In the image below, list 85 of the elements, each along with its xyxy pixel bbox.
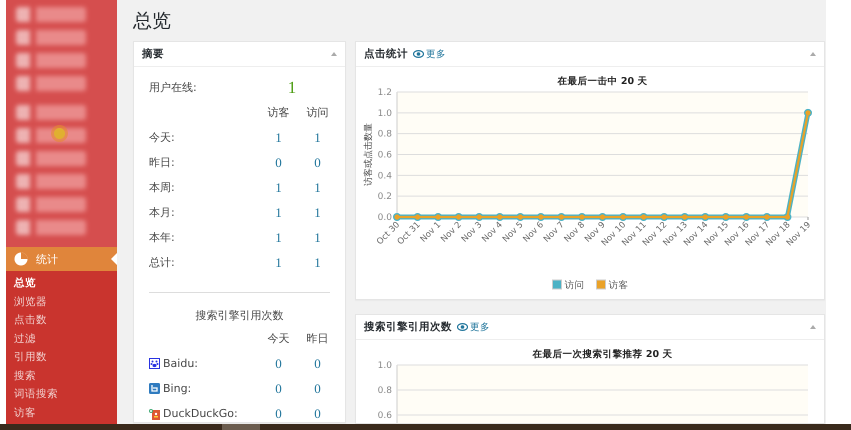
- count-link[interactable]: 0: [298, 150, 337, 175]
- legend-label: 访客: [608, 280, 628, 291]
- bing-logo-icon: [149, 383, 160, 394]
- blurred-menu-item[interactable]: [16, 76, 86, 91]
- y-tick-label: 0.2: [378, 192, 392, 202]
- count-link[interactable]: 0: [259, 401, 298, 422]
- submenu-item[interactable]: 过滤: [14, 330, 36, 348]
- chart-title: 在最后一次搜索引擎推荐 20 天: [532, 349, 672, 360]
- column-header: 今天: [266, 331, 290, 347]
- blurred-menu-item[interactable]: [16, 220, 86, 235]
- blurred-menu-item[interactable]: [16, 7, 86, 22]
- submenu-item[interactable]: 点击数: [14, 311, 47, 330]
- engine-name: DuckDuckGo:: [163, 406, 238, 422]
- y-tick-label: 1.0: [378, 361, 392, 371]
- count-link[interactable]: 1: [298, 200, 337, 225]
- count-link[interactable]: 0: [259, 376, 298, 401]
- blurred-menu-item[interactable]: [16, 30, 86, 45]
- submenu-item[interactable]: 搜索: [14, 366, 36, 385]
- submenu-item[interactable]: 访客: [14, 404, 36, 422]
- y-axis: [396, 364, 398, 423]
- online-count: 1: [286, 77, 298, 99]
- collapse-icon[interactable]: [810, 325, 816, 329]
- count-link[interactable]: 1: [259, 250, 298, 275]
- row-label: 今天:: [149, 130, 176, 146]
- panel-title: 点击统计: [364, 47, 408, 61]
- row-label: 本月:: [149, 205, 176, 221]
- blurred-menu-item[interactable]: [16, 197, 86, 212]
- count-link[interactable]: 0: [259, 150, 298, 175]
- panel-title: 摘要: [142, 47, 164, 61]
- collapse-icon[interactable]: [810, 52, 816, 56]
- blurred-menu-item[interactable]: [16, 105, 86, 120]
- submenu-item[interactable]: 总览: [14, 274, 36, 292]
- row-label: 用户在线:: [149, 80, 198, 96]
- paw-icon: [149, 358, 160, 369]
- submenu-item[interactable]: 浏览器: [14, 292, 47, 311]
- legend-label: 访问: [564, 280, 584, 291]
- pie-chart-icon: [14, 252, 28, 266]
- engine-name: Bing:: [163, 381, 192, 397]
- count-link[interactable]: 0: [298, 351, 337, 376]
- blurred-menu-item[interactable]: [16, 151, 86, 166]
- count-link[interactable]: 1: [298, 125, 337, 150]
- y-tick-label: 0.6: [378, 411, 392, 421]
- count-link[interactable]: 1: [259, 125, 298, 150]
- row-label: 本周:: [149, 180, 176, 196]
- y-tick-label: 0.8: [378, 386, 392, 396]
- row-label: 总计:: [149, 255, 176, 271]
- chart-title: 在最后一击中 20 天: [558, 76, 648, 87]
- notification-dot: [54, 128, 65, 139]
- count-link[interactable]: 1: [298, 175, 337, 200]
- count-link[interactable]: 1: [298, 250, 337, 275]
- y-tick-label: 0.0: [378, 213, 392, 223]
- count-link[interactable]: 0: [259, 351, 298, 376]
- collapse-icon[interactable]: [331, 52, 337, 56]
- row-label: 昨日:: [149, 155, 176, 171]
- blurred-menu-item[interactable]: [16, 53, 86, 68]
- more-link[interactable]: 更多: [413, 48, 446, 60]
- count-link[interactable]: 1: [259, 225, 298, 250]
- engine-name: Baidu:: [163, 356, 198, 372]
- menu-item[interactable]: 统计: [6, 247, 117, 271]
- blurred-menu-item[interactable]: [16, 128, 86, 143]
- y-tick-label: 0.4: [378, 171, 392, 182]
- column-header: 访客: [266, 105, 290, 121]
- y-tick-label: 1.0: [378, 108, 392, 119]
- eye-icon: [457, 323, 468, 331]
- row-label: 本年:: [149, 230, 176, 246]
- count-link[interactable]: 1: [259, 175, 298, 200]
- panel-title: 搜索引擎引用次数: [364, 320, 452, 334]
- blurred-menu-item[interactable]: [16, 174, 86, 189]
- y-tick-label: 1.2: [378, 88, 392, 98]
- column-header: 访问: [306, 105, 330, 121]
- more-link[interactable]: 更多: [457, 320, 490, 334]
- count-link[interactable]: 1: [259, 200, 298, 225]
- count-link[interactable]: 1: [298, 225, 337, 250]
- section-title: 搜索引擎引用次数: [194, 308, 284, 324]
- page-title: 总览: [133, 9, 172, 34]
- count-link[interactable]: 0: [298, 376, 337, 401]
- y-axis-label: 访客或点击数量: [364, 123, 374, 186]
- y-tick-label: 0.8: [378, 130, 392, 140]
- duck-icon: [149, 408, 160, 420]
- column-header: 昨日: [306, 331, 330, 347]
- y-tick-label: 0.6: [378, 150, 392, 160]
- submenu-item[interactable]: 引用数: [14, 348, 47, 366]
- submenu-item[interactable]: 词语搜索: [14, 385, 58, 404]
- count-link[interactable]: 0: [298, 401, 337, 422]
- eye-icon: [413, 50, 424, 58]
